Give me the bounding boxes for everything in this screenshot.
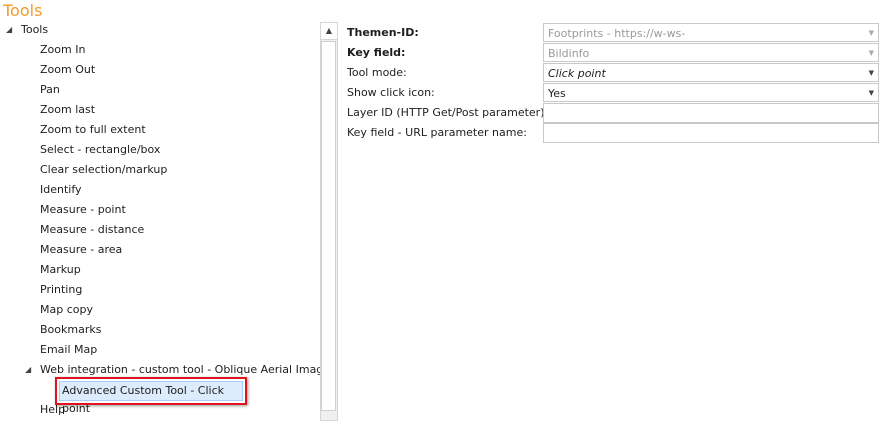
tree-item[interactable]: Zoom last xyxy=(40,100,95,120)
collapse-arrow-icon[interactable]: ◢ xyxy=(25,365,31,374)
page-title: Tools xyxy=(3,1,43,20)
show-click-icon-label: Show click icon: xyxy=(347,86,435,99)
tree-item[interactable]: Zoom Out xyxy=(40,60,95,80)
chevron-down-icon: ▼ xyxy=(868,29,874,37)
key-param-label: Key field - URL parameter name: xyxy=(347,126,527,139)
chevron-down-icon: ▼ xyxy=(868,89,874,97)
themen-id-label: Themen-ID: xyxy=(347,26,419,39)
tree-item-advanced-custom-tool[interactable]: Advanced Custom Tool - Click point xyxy=(59,381,243,415)
tree-item-selected[interactable]: Advanced Custom Tool - Click point xyxy=(55,377,247,415)
tree-scrollbar[interactable]: ▲ xyxy=(320,22,338,421)
tool-mode-label: Tool mode: xyxy=(347,66,407,79)
tree-item[interactable]: Clear selection/markup xyxy=(40,160,167,180)
tree-item[interactable]: Select - rectangle/box xyxy=(40,140,160,160)
tool-mode-value: Click point xyxy=(548,67,606,80)
show-click-icon-select[interactable]: Yes ▼ xyxy=(543,83,879,102)
tree-item-help[interactable]: Help xyxy=(40,400,65,420)
key-field-value: Bildinfo xyxy=(548,47,590,60)
tree-item[interactable]: Measure - distance xyxy=(40,220,144,240)
scroll-up-icon[interactable]: ▲ xyxy=(321,23,337,40)
tree-item[interactable]: Measure - area xyxy=(40,240,122,260)
key-param-input[interactable] xyxy=(543,123,879,143)
scrollbar-thumb[interactable] xyxy=(321,41,336,411)
tool-mode-select[interactable]: Click point ▼ xyxy=(543,63,879,82)
chevron-down-icon: ▼ xyxy=(868,49,874,57)
tree-item[interactable]: Email Map xyxy=(40,340,97,360)
collapse-arrow-icon[interactable]: ◢ xyxy=(6,25,12,34)
layer-id-label: Layer ID (HTTP Get/Post parameter) : xyxy=(347,106,552,119)
tree-item[interactable]: Pan xyxy=(40,80,60,100)
tree-item[interactable]: Identify xyxy=(40,180,82,200)
tree-item[interactable]: Zoom to full extent xyxy=(40,120,146,140)
show-click-icon-value: Yes xyxy=(548,87,566,100)
layer-id-input[interactable] xyxy=(543,103,879,123)
themen-id-select[interactable]: Footprints - https://w-ws-gimpl.synergis… xyxy=(543,23,879,59)
tree-root-tools[interactable]: Tools xyxy=(21,20,48,40)
tree-item[interactable]: Zoom In xyxy=(40,40,85,60)
key-field-label: Key field: xyxy=(347,46,406,59)
key-field-select[interactable]: Bildinfo ▼ xyxy=(543,43,879,62)
tree-item[interactable]: Map copy xyxy=(40,300,93,320)
chevron-down-icon: ▼ xyxy=(868,69,874,77)
tree-item[interactable]: Markup xyxy=(40,260,81,280)
tree-item[interactable]: Measure - point xyxy=(40,200,126,220)
tree-item[interactable]: Printing xyxy=(40,280,82,300)
tree-item[interactable]: Bookmarks xyxy=(40,320,101,340)
